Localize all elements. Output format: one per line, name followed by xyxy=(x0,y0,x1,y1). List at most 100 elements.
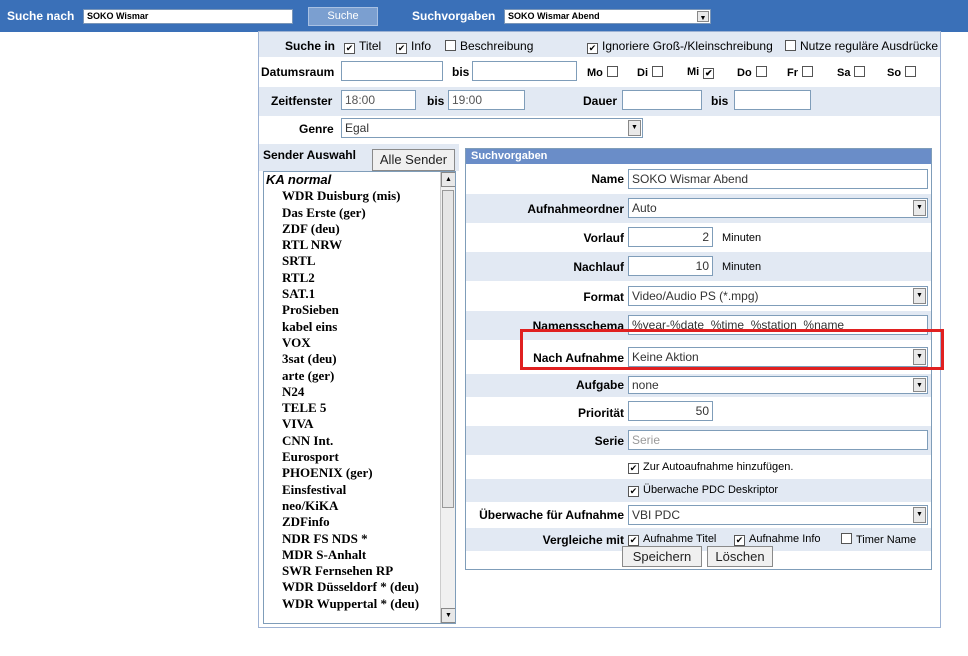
all-senders-button[interactable]: Alle Sender xyxy=(372,149,455,171)
pdc-checkbox[interactable]: ✔ xyxy=(628,486,639,497)
sender-list-item[interactable]: SAT.1 xyxy=(266,286,441,302)
duration-to-input[interactable] xyxy=(734,90,811,110)
title-checkbox[interactable]: ✔ xyxy=(344,43,355,54)
compare-timer-checkbox[interactable] xyxy=(841,533,852,544)
option-title[interactable]: ✔ Titel xyxy=(344,39,381,54)
sender-list-item[interactable]: 3sat (deu) xyxy=(266,351,441,367)
sender-list-item[interactable]: ProSieben xyxy=(266,302,441,318)
ignore-case-checkbox[interactable]: ✔ xyxy=(587,43,598,54)
sender-list-item[interactable]: SWR Fernsehen RP xyxy=(266,563,441,579)
auto-add-option[interactable]: ✔ Zur Autoaufnahme hinzufügen. xyxy=(628,461,793,474)
sender-list-item[interactable]: VOX xyxy=(266,335,441,351)
sender-list-item[interactable]: RTL NRW xyxy=(266,237,441,253)
sender-list-item[interactable]: neo/KiKA xyxy=(266,498,441,514)
prerun-input[interactable]: 2 xyxy=(628,227,713,247)
sender-list-item[interactable]: MDR S-Anhalt xyxy=(266,547,441,563)
sender-list-item[interactable]: PHOENIX (ger) xyxy=(266,465,441,481)
scrollbar-thumb[interactable] xyxy=(442,190,454,508)
sender-list-item[interactable]: ZDFinfo xyxy=(266,514,441,530)
preset-name-input[interactable]: SOKO Wismar Abend xyxy=(628,169,928,189)
monitor-select[interactable]: VBI PDC ▼ xyxy=(628,505,928,525)
sender-list-item[interactable]: kabel eins xyxy=(266,319,441,335)
date-to-input[interactable] xyxy=(472,61,577,81)
weekday-2[interactable]: Mi ✔ xyxy=(687,66,718,79)
sender-list-item[interactable]: WDR Wuppertal * (deu) xyxy=(266,596,441,612)
compare-title-checkbox[interactable]: ✔ xyxy=(628,535,639,546)
weekday-3[interactable]: Do xyxy=(737,66,771,79)
sender-list-item[interactable]: VIVA xyxy=(266,416,441,432)
weekday-checkbox[interactable] xyxy=(606,66,618,77)
sender-items: KA normal WDR Duisburg (mis) Das Erste (g… xyxy=(266,172,441,612)
sender-list-item[interactable]: NDR FS NDS * xyxy=(266,531,441,547)
option-ignore-case[interactable]: ✔ Ignoriere Groß-/Kleinschreibung xyxy=(587,39,773,54)
sender-list-item[interactable]: arte (ger) xyxy=(266,368,441,384)
search-button[interactable]: Suche xyxy=(308,7,378,26)
weekday-1[interactable]: Di xyxy=(637,66,667,79)
weekday-6[interactable]: So xyxy=(887,66,920,79)
preset-name-label: Name xyxy=(591,172,624,186)
weekday-5[interactable]: Sa xyxy=(837,66,869,79)
info-checkbox[interactable]: ✔ xyxy=(396,43,407,54)
description-checkbox[interactable] xyxy=(445,40,456,51)
task-select[interactable]: none ▼ xyxy=(628,376,928,394)
option-description[interactable]: Beschreibung xyxy=(445,39,533,53)
sender-list-item[interactable]: WDR Düsseldorf * (deu) xyxy=(266,579,441,595)
chevron-down-icon: ▼ xyxy=(697,11,709,22)
compare-info-checkbox[interactable]: ✔ xyxy=(734,535,745,546)
weekday-checkbox[interactable]: ✔ xyxy=(703,68,715,79)
sender-group[interactable]: KA normal xyxy=(266,172,441,188)
sender-list-item[interactable]: RTL2 xyxy=(266,270,441,286)
genre-row: Genre Egal ▼ xyxy=(259,116,940,140)
weekday-checkbox[interactable] xyxy=(652,66,663,77)
option-regex[interactable]: Nutze reguläre Ausdrücke xyxy=(785,39,938,53)
folder-select[interactable]: Auto ▼ xyxy=(628,198,928,218)
format-select[interactable]: Video/Audio PS (*.mpg) ▼ xyxy=(628,286,928,306)
pdc-option[interactable]: ✔ Überwache PDC Deskriptor xyxy=(628,484,778,497)
sender-header: Sender Auswahl Alle Sender xyxy=(259,144,459,171)
compare-title-option[interactable]: ✔ Aufnahme Titel xyxy=(628,533,716,546)
series-input[interactable]: Serie xyxy=(628,430,928,450)
preset-name-row: Name SOKO Wismar Abend xyxy=(466,164,931,194)
sender-listbox[interactable]: KA normal WDR Duisburg (mis) Das Erste (g… xyxy=(263,171,456,624)
weekday-checkbox[interactable] xyxy=(755,66,767,77)
option-info[interactable]: ✔ Info xyxy=(396,39,431,54)
weekday-0[interactable]: Mo xyxy=(587,66,622,79)
sender-list-item[interactable]: N24 xyxy=(266,384,441,400)
sender-list-item[interactable]: CNN Int. xyxy=(266,433,441,449)
sender-list-item[interactable]: SRTL xyxy=(266,253,441,269)
sender-list-item[interactable]: Einsfestival xyxy=(266,482,441,498)
chevron-down-icon: ▼ xyxy=(913,200,926,216)
sender-list-item[interactable]: ZDF (deu) xyxy=(266,221,441,237)
compare-timer-option[interactable]: Timer Name xyxy=(841,533,916,546)
weekday-4[interactable]: Fr xyxy=(787,66,817,79)
scroll-up-icon[interactable]: ▲ xyxy=(441,172,455,187)
priority-input[interactable]: 50 xyxy=(628,401,713,421)
time-to-input[interactable]: 19:00 xyxy=(448,90,525,110)
regex-checkbox[interactable] xyxy=(785,40,796,51)
postrun-input[interactable]: 10 xyxy=(628,256,713,276)
auto-add-checkbox[interactable]: ✔ xyxy=(628,463,639,474)
sender-list-item[interactable]: TELE 5 xyxy=(266,400,441,416)
postrun-unit: Minuten xyxy=(722,261,762,273)
sender-list-item[interactable]: Das Erste (ger) xyxy=(266,205,441,221)
sender-scrollbar[interactable]: ▲ ▼ xyxy=(440,172,455,623)
date-from-input[interactable] xyxy=(341,61,443,81)
chevron-down-icon: ▼ xyxy=(913,378,926,392)
weekday-checkbox[interactable] xyxy=(802,66,813,77)
prerun-row: Vorlauf 2 Minuten xyxy=(466,223,931,252)
compare-info-option[interactable]: ✔ Aufnahme Info xyxy=(734,533,821,546)
sender-list-item[interactable]: Eurosport xyxy=(266,449,441,465)
duration-from-input[interactable] xyxy=(622,90,702,110)
search-input[interactable]: SOKO Wismar xyxy=(83,9,293,24)
weekday-checkbox[interactable] xyxy=(905,66,917,77)
scroll-down-icon[interactable]: ▼ xyxy=(441,608,455,623)
sender-list-item[interactable]: WDR Duisburg (mis) xyxy=(266,188,441,204)
delete-button[interactable]: Löschen xyxy=(707,546,773,567)
time-from-input[interactable]: 18:00 xyxy=(341,90,416,110)
date-range-row: Datumsraum bis Mo Di Mi ✔ Do Fr Sa So xyxy=(259,57,940,87)
save-button[interactable]: Speichern xyxy=(622,546,702,567)
genre-select[interactable]: Egal ▼ xyxy=(341,118,643,138)
weekday-checkbox[interactable] xyxy=(854,66,866,77)
priority-label: Priorität xyxy=(577,406,624,420)
presets-select[interactable]: SOKO Wismar Abend ▼ xyxy=(504,9,711,24)
